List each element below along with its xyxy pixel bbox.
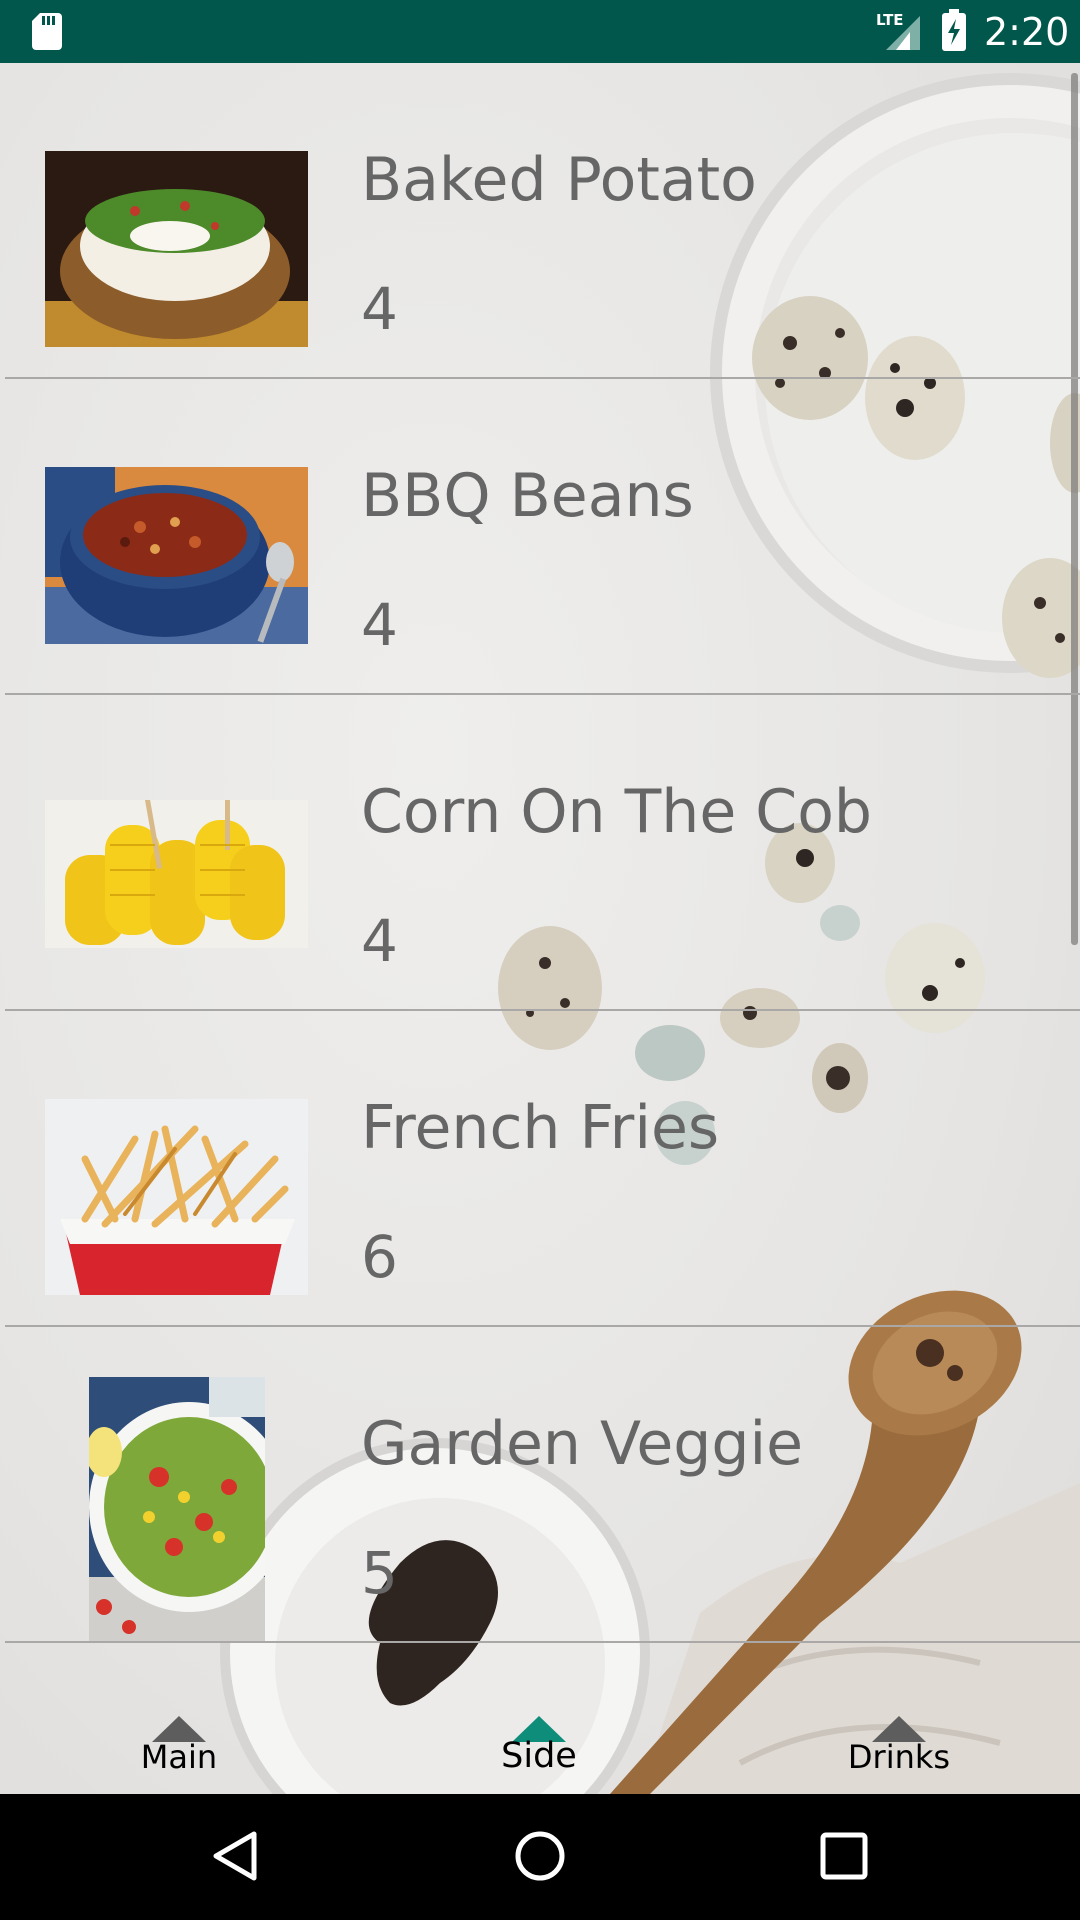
status-bar: LTE 2:20 xyxy=(0,0,1080,63)
list-item[interactable]: French Fries 6 xyxy=(5,1011,1080,1327)
item-count: 4 xyxy=(361,275,398,343)
list-item[interactable]: Corn On The Cob 4 xyxy=(5,695,1080,1011)
bottom-tab-bar: Main Side Drinks xyxy=(0,1646,1080,1794)
item-name: Corn On The Cob xyxy=(361,777,872,847)
item-name: BBQ Beans xyxy=(361,461,694,531)
tab-label: Drinks xyxy=(847,1738,951,1776)
back-icon[interactable] xyxy=(206,1826,266,1886)
list-item[interactable]: BBQ Beans 4 xyxy=(5,379,1080,695)
item-count: 6 xyxy=(361,1223,398,1291)
item-name: Garden Veggie xyxy=(361,1409,804,1479)
battery-charging-icon xyxy=(942,9,966,51)
corn-on-the-cob-image xyxy=(45,800,308,948)
tab-drinks[interactable]: Drinks xyxy=(749,1646,1049,1794)
baked-potato-image xyxy=(45,151,308,347)
item-name: French Fries xyxy=(361,1093,720,1163)
sd-card-icon xyxy=(32,13,62,50)
garden-veggie-image xyxy=(89,1377,265,1641)
home-icon[interactable] xyxy=(510,1826,570,1886)
item-count: 4 xyxy=(361,907,398,975)
side-items-list: Baked Potato 4 BBQ Beans 4 Corn On The C… xyxy=(0,63,1080,1646)
list-item[interactable]: Baked Potato 4 xyxy=(5,63,1080,379)
item-count: 4 xyxy=(361,591,398,659)
tab-main[interactable]: Main xyxy=(29,1646,329,1794)
tab-side[interactable]: Side xyxy=(389,1646,689,1794)
item-count: 5 xyxy=(361,1539,398,1607)
recents-icon[interactable] xyxy=(814,1826,874,1886)
list-item[interactable]: Garden Veggie 5 xyxy=(5,1327,1080,1643)
bbq-beans-image xyxy=(45,467,308,644)
tab-label: Side xyxy=(501,1736,577,1776)
tab-label: Main xyxy=(140,1738,218,1776)
clock: 2:20 xyxy=(984,10,1070,54)
item-name: Baked Potato xyxy=(361,145,757,215)
french-fries-image xyxy=(45,1099,308,1295)
navigation-bar xyxy=(0,1794,1080,1920)
signal-icon xyxy=(886,16,920,50)
